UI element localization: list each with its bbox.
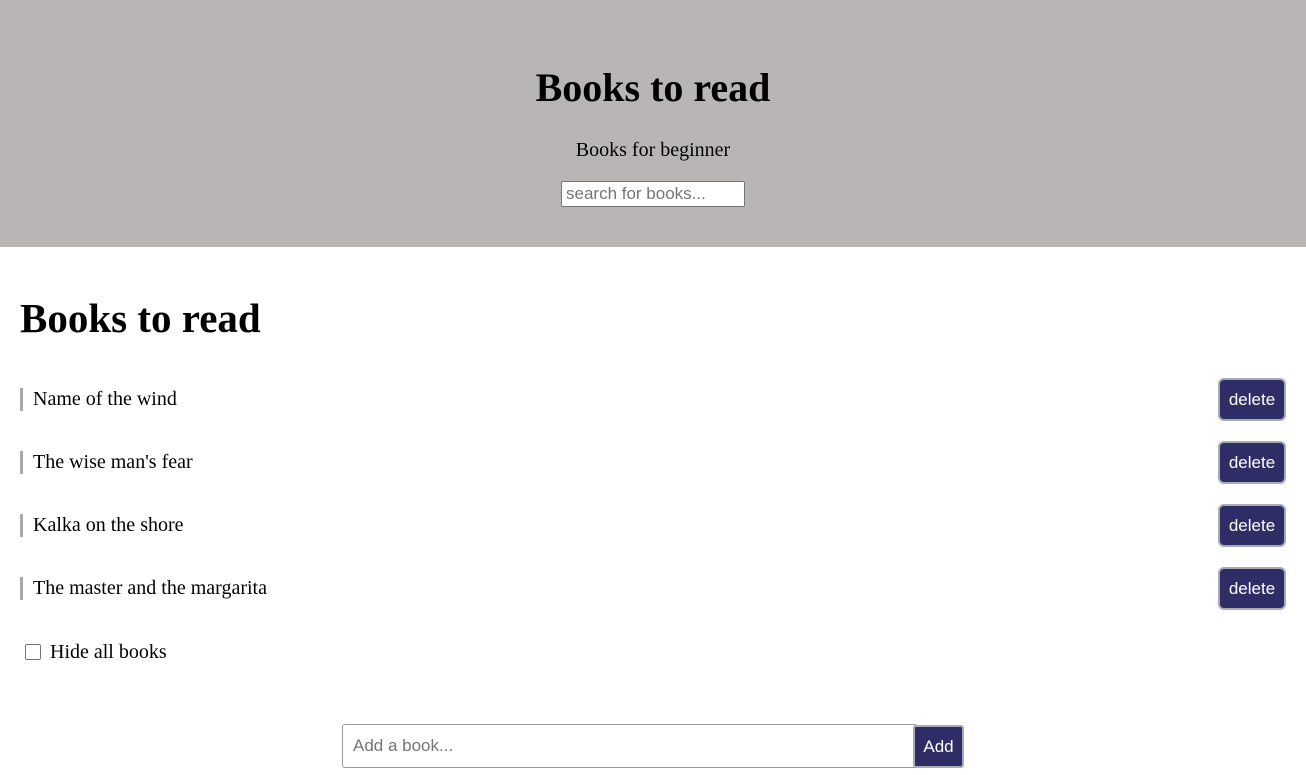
book-list: Name of the wind delete The wise man's f… — [20, 378, 1286, 630]
list-item: The wise man's fear delete — [20, 441, 1286, 504]
list-item-marker — [20, 577, 23, 600]
page-header: Books to read Books for beginner — [0, 0, 1306, 247]
add-book-button[interactable]: Add — [913, 725, 964, 768]
book-name: The wise man's fear — [33, 451, 193, 473]
hide-books-checkbox[interactable] — [25, 644, 41, 660]
delete-button[interactable]: delete — [1218, 504, 1286, 547]
delete-button[interactable]: delete — [1218, 378, 1286, 421]
hide-books-label: Hide all books — [50, 641, 167, 663]
book-name: Kalka on the shore — [33, 514, 184, 536]
list-item: The master and the margarita delete — [20, 567, 1286, 630]
list-item-marker — [20, 514, 23, 537]
list-item: Kalka on the shore delete — [20, 504, 1286, 567]
add-book-input[interactable] — [342, 724, 916, 768]
book-name: Name of the wind — [33, 388, 177, 410]
list-item: Name of the wind delete — [20, 378, 1286, 441]
search-input[interactable] — [561, 181, 745, 207]
list-item-marker — [20, 451, 23, 474]
delete-button[interactable]: delete — [1218, 441, 1286, 484]
list-title: Books to read — [20, 295, 261, 341]
header-subtitle: Books for beginner — [575, 139, 731, 161]
delete-button[interactable]: delete — [1218, 567, 1286, 610]
list-item-marker — [20, 388, 23, 411]
header-title: Books to read — [535, 65, 771, 110]
book-name: The master and the margarita — [33, 577, 267, 599]
add-book-form: Add — [342, 724, 964, 768]
